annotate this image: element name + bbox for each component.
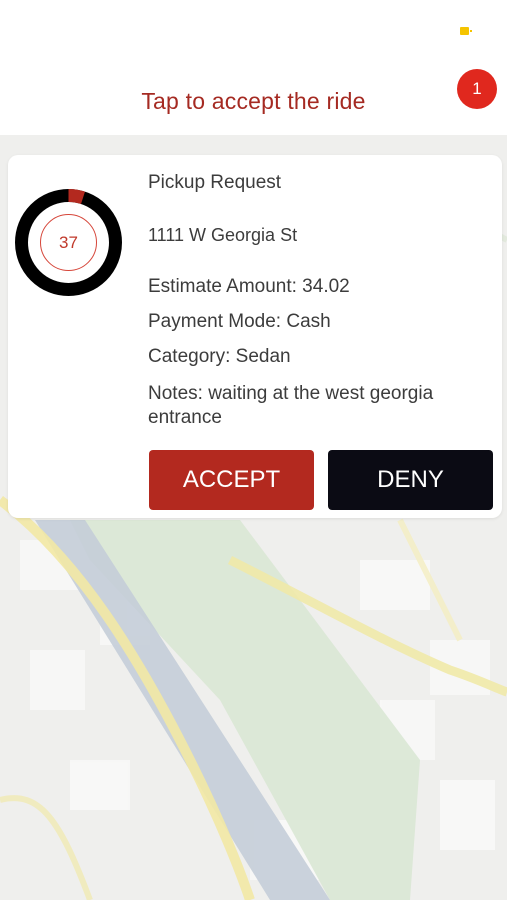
payment-mode: Payment Mode: Cash — [148, 311, 331, 332]
accept-button[interactable]: ACCEPT — [149, 450, 314, 510]
pickup-address: 1111 W Georgia St — [148, 225, 298, 245]
battery-icon — [460, 27, 472, 35]
countdown-timer: 37 — [12, 186, 125, 299]
request-title: Pickup Request — [148, 172, 282, 193]
notification-badge[interactable]: 1 — [457, 69, 497, 109]
deny-button[interactable]: DENY — [328, 450, 493, 510]
app-header: Tap to accept the ride 1 — [0, 0, 507, 135]
rider-notes: Notes: waiting at the west georgia entra… — [148, 383, 434, 428]
page-title: Tap to accept the ride — [141, 88, 366, 114]
estimate-amount: Estimate Amount: 34.02 — [148, 276, 350, 297]
ride-category: Category: Sedan — [148, 346, 291, 367]
pickup-request-card: 37 Pickup Request 1111 W Georgia St Esti… — [8, 155, 502, 518]
timer-count: 37 — [59, 233, 78, 252]
